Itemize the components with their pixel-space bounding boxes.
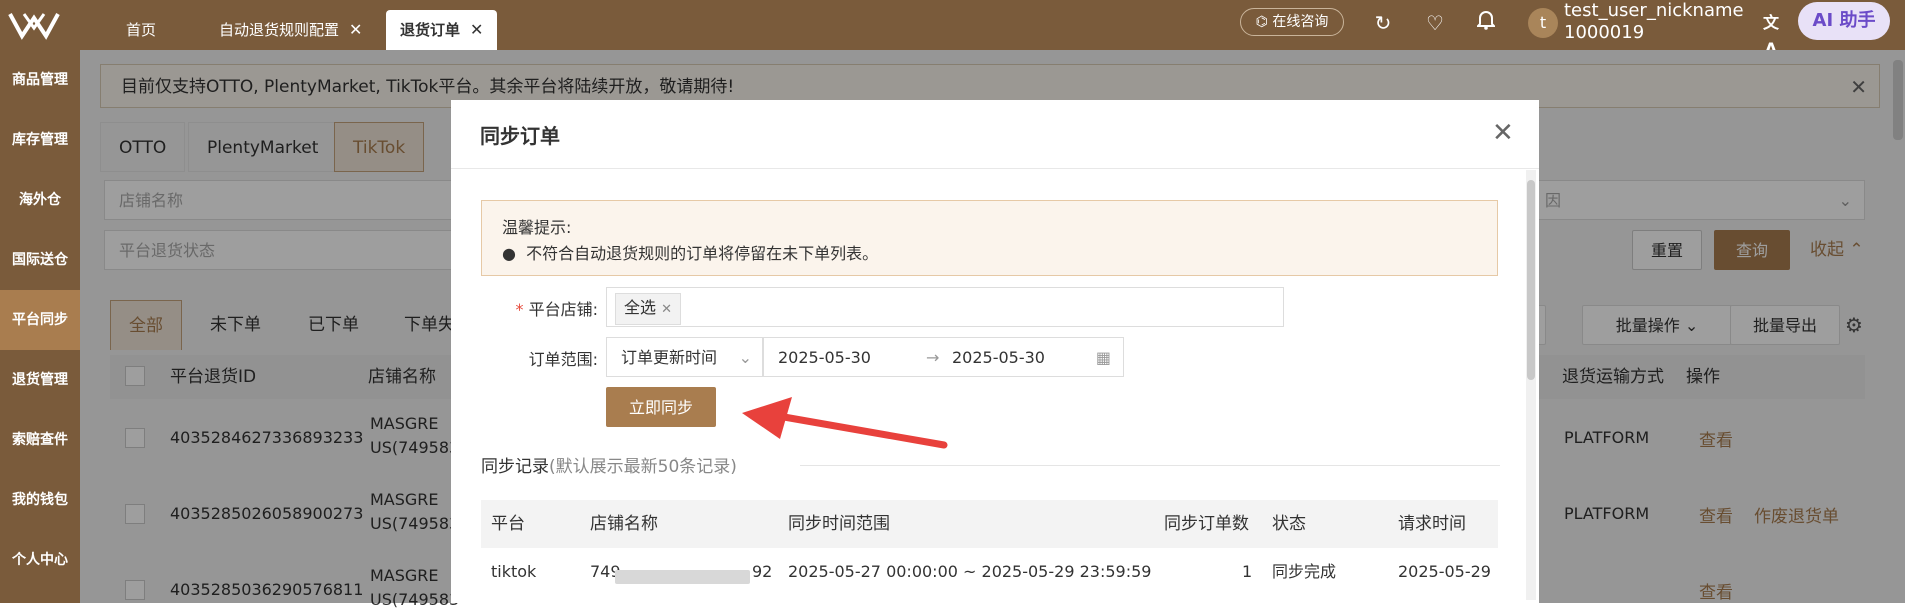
tab-home[interactable]: 首页: [112, 10, 170, 50]
sidebar-item-claims[interactable]: 索赔查件: [0, 410, 80, 470]
range-type-select[interactable]: 订单更新时间 ⌄: [606, 337, 763, 377]
records-header-status: 状态: [1272, 514, 1306, 534]
modal-title: 同步订单: [480, 124, 560, 148]
sidebar-item-platform-sync[interactable]: 平台同步: [0, 290, 80, 350]
store-select[interactable]: 全选 ✕: [606, 287, 1284, 327]
chat-icon: ⌬: [1255, 14, 1273, 30]
service-icon[interactable]: ♡: [1422, 10, 1448, 36]
tip-box: 温馨提示: ● 不符合自动退货规则的订单将停留在未下单列表。: [481, 200, 1498, 276]
records-header-platform: 平台: [491, 514, 525, 534]
user-info[interactable]: test_user_nickname 1000019: [1564, 0, 1744, 44]
record-cell-store-suffix: 92: [752, 562, 773, 581]
ai-assistant-button[interactable]: AI 助手: [1798, 2, 1890, 40]
arrow-right-icon: →: [926, 348, 940, 367]
online-consult-button[interactable]: ⌬ 在线咨询: [1240, 8, 1344, 36]
records-header-store: 店铺名称: [590, 514, 658, 534]
range-label: 订单范围:: [528, 350, 598, 369]
chip-remove-icon[interactable]: ✕: [661, 302, 672, 317]
sidebar-item-intl-shipping[interactable]: 国际送仓: [0, 230, 80, 290]
sidebar-item-profile[interactable]: 个人中心: [0, 530, 80, 590]
divider: [800, 465, 1500, 466]
refresh-icon[interactable]: ↻: [1370, 10, 1396, 36]
record-cell-count: 1: [1242, 562, 1253, 581]
record-cell-platform: tiktok: [491, 562, 537, 581]
top-bar: 首页 自动退货规则配置 ✕ 退货订单 ✕ ⌬ 在线咨询 ↻ ♡ t test_use…: [0, 0, 1905, 58]
translate-icon[interactable]: 文A: [1758, 10, 1784, 58]
modal-divider: [451, 168, 1539, 169]
sync-now-button[interactable]: 立即同步: [606, 387, 716, 427]
avatar[interactable]: t: [1528, 8, 1558, 38]
record-cell-request-time: 2025-05-29: [1398, 562, 1491, 581]
modal-scrollbar[interactable]: [1526, 170, 1536, 600]
bell-icon[interactable]: [1473, 10, 1499, 36]
tab-auto-return-rules[interactable]: 自动退货规则配置 ✕: [205, 10, 376, 50]
tab-close-icon[interactable]: ✕: [470, 20, 483, 39]
date-range-picker[interactable]: 2025-05-30 → 2025-05-30 ▦: [763, 337, 1124, 377]
sidebar-item-returns[interactable]: 退货管理: [0, 350, 80, 410]
calendar-icon: ▦: [1095, 348, 1111, 367]
sidebar: 商品管理 库存管理 海外仓 国际送仓 平台同步 退货管理 索赔查件 我的钱包 个…: [0, 50, 80, 603]
record-cell-range: 2025-05-27 00:00:00 ~ 2025-05-29 23:59:5…: [788, 562, 1152, 581]
sidebar-item-products[interactable]: 商品管理: [0, 50, 80, 110]
redacted-store: [615, 570, 750, 584]
close-icon[interactable]: ✕: [1492, 118, 1514, 148]
records-header-count: 同步订单数: [1164, 514, 1249, 534]
sidebar-item-inventory[interactable]: 库存管理: [0, 110, 80, 170]
tab-return-orders[interactable]: 退货订单 ✕: [386, 10, 498, 50]
records-header-range: 同步时间范围: [788, 514, 890, 534]
store-chip: 全选 ✕: [615, 293, 682, 325]
chevron-down-icon: ⌄: [738, 348, 752, 367]
sidebar-item-overseas-warehouse[interactable]: 海外仓: [0, 170, 80, 230]
record-cell-status: 同步完成: [1272, 562, 1337, 581]
sidebar-item-wallet[interactable]: 我的钱包: [0, 470, 80, 530]
sync-records-title: 同步记录(默认展示最新50条记录): [481, 457, 737, 477]
store-label: * 平台店铺:: [515, 300, 599, 319]
tab-close-icon[interactable]: ✕: [349, 20, 362, 39]
bullet-icon: ●: [502, 244, 516, 263]
records-header-request-time: 请求时间: [1398, 514, 1466, 534]
annotation-arrow: [742, 397, 948, 449]
logo-icon[interactable]: [8, 10, 60, 40]
